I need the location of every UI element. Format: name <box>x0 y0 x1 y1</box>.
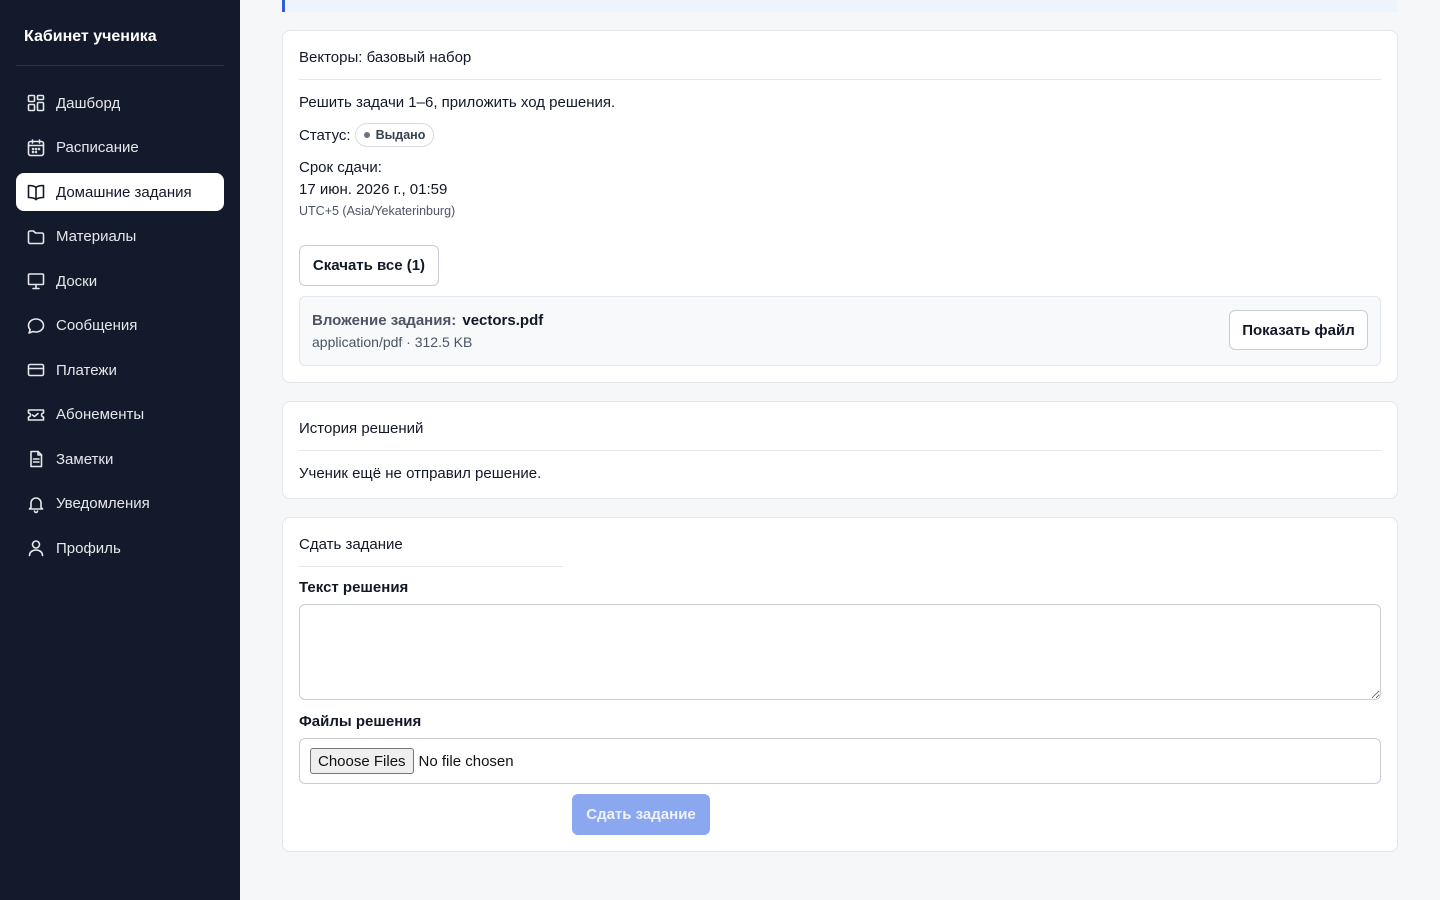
sidebar-item-label: Сообщения <box>56 317 138 334</box>
no-file-text: No file chosen <box>418 752 514 770</box>
sidebar-item-label: Материалы <box>56 228 137 245</box>
due-value: 17 июн. 2026 г., 01:59 <box>299 181 448 198</box>
solution-text-field[interactable] <box>299 604 1381 700</box>
sidebar-item-subscriptions[interactable]: Абонементы <box>16 396 224 434</box>
sidebar-item-label: Дашборд <box>56 94 121 112</box>
submit-card: Сдать задание Текст решения Файлы решени… <box>282 517 1398 852</box>
assignment-title: Векторы: базовый набор <box>299 31 1381 80</box>
status-row: Статус: Выдано <box>299 123 1381 147</box>
book-icon <box>27 184 45 201</box>
attachment-label: Вложение задания: <box>312 312 457 329</box>
history-card: История решений Ученик ещё не отправил р… <box>282 401 1398 499</box>
folder-icon <box>27 229 45 244</box>
note-icon <box>30 450 43 468</box>
dashboard-icon <box>27 94 45 112</box>
solution-file-input[interactable]: Choose Files No file chosen <box>299 738 1381 784</box>
attachment-meta: application/pdf · 312.5 KB <box>312 334 473 350</box>
calendar-icon <box>27 138 45 156</box>
download-all-button[interactable]: Скачать все (1) <box>299 245 439 286</box>
bell-icon <box>28 496 44 513</box>
assignment-description: Решить задачи 1–6, приложить ход решения… <box>299 94 616 111</box>
history-title: История решений <box>299 402 1381 451</box>
sidebar-item-label: Заметки <box>56 450 114 468</box>
submit-title: Сдать задание <box>299 518 563 567</box>
sidebar-item-notifications[interactable]: Уведомления <box>16 485 224 523</box>
status-badge: Выдано <box>354 123 435 147</box>
choose-files-button[interactable]: Choose Files <box>310 748 414 774</box>
attachment-filename: vectors.pdf <box>462 312 544 329</box>
sidebar-item-schedule[interactable]: Расписание <box>16 129 224 167</box>
sidebar-item-dashboard[interactable]: Дашборд <box>16 84 224 122</box>
sidebar-title: Кабинет ученика <box>16 0 224 66</box>
credit-card-icon <box>27 363 45 377</box>
sidebar-item-notes[interactable]: Заметки <box>16 440 224 478</box>
status-badge-text: Выдано <box>375 128 426 142</box>
timezone-text: UTC+5 (Asia/Yekaterinburg) <box>299 204 456 218</box>
sidebar-item-homework[interactable]: Домашние задания <box>16 173 224 211</box>
status-dot-icon <box>363 132 370 138</box>
chat-icon <box>27 317 45 334</box>
user-icon <box>28 540 44 557</box>
sidebar-item-label: Уведомления <box>56 495 150 512</box>
sidebar-item-label: Расписание <box>56 139 139 156</box>
due-label: Срок сдачи: <box>299 159 382 176</box>
main-content: Векторы: базовый набор Решить задачи 1–6… <box>240 0 1440 900</box>
sidebar-item-label: Платежи <box>56 361 117 379</box>
sidebar-item-boards[interactable]: Доски <box>16 262 224 300</box>
solution-text-label: Текст решения <box>299 579 409 596</box>
sidebar-item-label: Домашние задания <box>56 183 192 201</box>
sidebar: Кабинет ученика Дашборд Расписание Домаш… <box>0 0 240 900</box>
sidebar-item-payments[interactable]: Платежи <box>16 351 224 389</box>
status-label: Статус: <box>299 126 351 144</box>
sidebar-item-label: Профиль <box>56 539 121 557</box>
sidebar-item-messages[interactable]: Сообщения <box>16 307 224 345</box>
sidebar-item-label: Доски <box>56 272 98 290</box>
board-icon <box>27 273 45 290</box>
attachment-item: Вложение задания: vectors.pdf applicatio… <box>299 296 1381 366</box>
submit-assignment-button[interactable]: Сдать задание <box>572 794 710 835</box>
history-empty-text: Ученик ещё не отправил решение. <box>299 465 542 482</box>
sidebar-item-materials[interactable]: Материалы <box>16 218 224 256</box>
ticket-icon <box>27 408 45 421</box>
solution-files-label: Файлы решения <box>299 713 422 730</box>
assignment-card: Векторы: базовый набор Решить задачи 1–6… <box>282 30 1398 383</box>
sidebar-item-profile[interactable]: Профиль <box>16 529 224 567</box>
info-banner <box>282 0 1397 12</box>
attachment-line: Вложение задания: vectors.pdf <box>312 312 543 329</box>
sidebar-item-label: Абонементы <box>56 406 145 423</box>
show-file-button[interactable]: Показать файл <box>1229 310 1368 350</box>
